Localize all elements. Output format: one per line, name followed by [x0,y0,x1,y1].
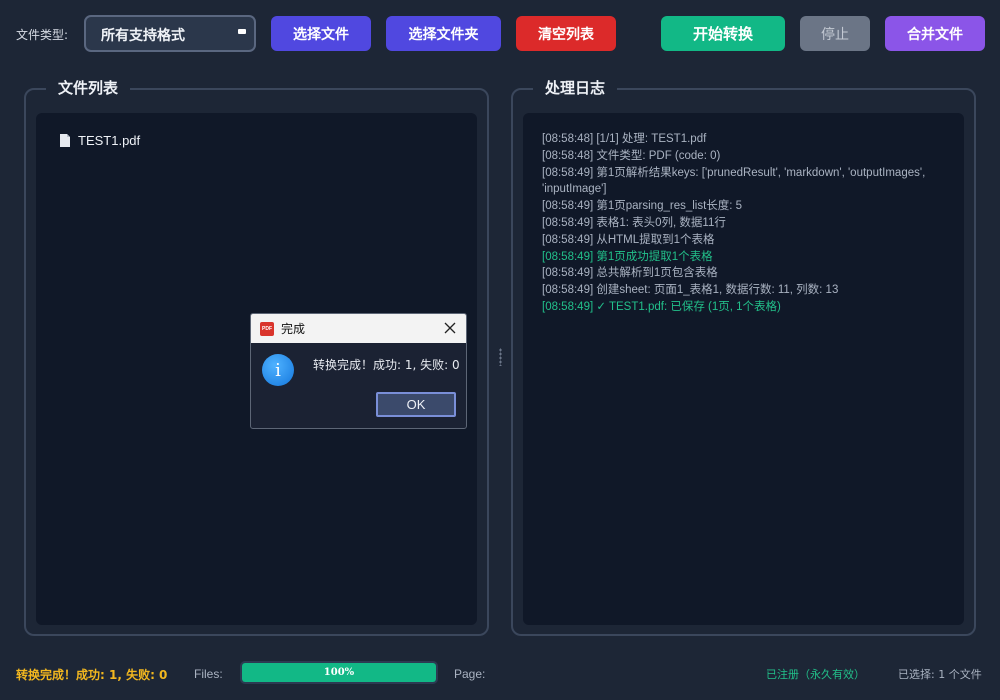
log-panel: 处理日志 [08:58:48] [1/1] 处理: TEST1.pdf [08:5… [511,77,976,636]
select-file-button[interactable]: 选择文件 [271,16,371,51]
dialog-title: 完成 [281,322,306,336]
files-progress-bar: 100% [240,661,438,684]
status-bar: 转换完成！成功: 1, 失败: 0 Files: 100% Page: 已注册（… [0,655,1000,691]
page-progress-label: Page: [454,667,486,681]
dialog-message: 转换完成！成功: 1, 失败: 0 [313,358,460,372]
log-line: [08:58:49] 表格1: 表头0列, 数据11行 [542,216,726,229]
completion-dialog: PDF 完成 i 转换完成！成功: 1, 失败: 0 OK [250,313,467,429]
clear-list-button[interactable]: 清空列表 [516,16,616,51]
document-icon [60,134,70,147]
file-name: TEST1.pdf [78,133,141,148]
file-list-title: 文件列表 [46,77,131,98]
select-folder-button[interactable]: 选择文件夹 [386,16,501,51]
log-line: [08:58:49] 总共解析到1页包含表格 [542,267,718,280]
selected-file-count: 已选择: 1 个文件 [898,668,982,681]
registration-status: 已注册（永久有效） [766,668,865,681]
merge-files-button[interactable]: 合并文件 [885,16,985,51]
log-lines: [08:58:48] [1/1] 处理: TEST1.pdf [08:58:48]… [542,131,952,316]
progress-text: 100% [323,667,355,678]
log-line: [08:58:49] 第1页成功提取1个表格 [542,250,713,263]
dropdown-caret-icon [238,29,246,34]
files-progress-label: Files: [194,667,223,681]
close-icon[interactable] [443,321,457,335]
start-convert-button[interactable]: 开始转换 [661,16,785,51]
log-title: 处理日志 [533,77,618,98]
file-type-select[interactable]: 所有支持格式 [84,15,256,52]
log-line: [08:58:49] 从HTML提取到1个表格 [542,233,715,246]
info-icon: i [262,354,294,386]
log-line: [08:58:49] 第1页解析结果keys: ['prunedResult',… [542,166,926,196]
log-line: [08:58:48] 文件类型: PDF (code: 0) [542,149,721,162]
log-line: [08:58:49] ✓ TEST1.pdf: 已保存 (1页, 1个表格) [542,300,781,313]
file-list-item[interactable]: TEST1.pdf [60,133,140,148]
stop-button[interactable]: 停止 [800,16,870,51]
pdf-app-icon: PDF [260,321,274,336]
status-message: 转换完成！成功: 1, 失败: 0 [16,668,168,682]
log-line: [08:58:48] [1/1] 处理: TEST1.pdf [542,133,707,145]
file-type-selected-value: 所有支持格式 [101,28,185,44]
file-type-label: 文件类型: [16,28,69,42]
dialog-titlebar: PDF 完成 [251,314,466,343]
log-line: [08:58:49] 创建sheet: 页面1_表格1, 数据行数: 11, 列… [542,284,839,297]
splitter-handle[interactable] [499,348,502,366]
log-area[interactable]: [08:58:48] [1/1] 处理: TEST1.pdf [08:58:48]… [523,113,964,625]
toolbar: 文件类型: 所有支持格式 选择文件 选择文件夹 清空列表 开始转换 停止 合并文… [0,0,1000,66]
ok-button[interactable]: OK [376,392,456,417]
log-line: [08:58:49] 第1页parsing_res_list长度: 5 [542,200,743,213]
